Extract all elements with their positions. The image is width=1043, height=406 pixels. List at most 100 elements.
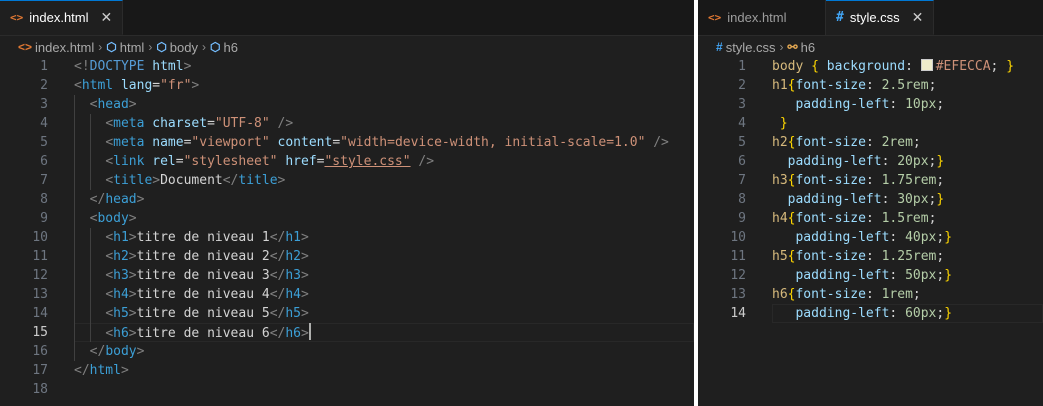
code-line[interactable]: 7 <title>Document</title>: [0, 171, 694, 190]
breadcrumb-item-file[interactable]: index.html: [35, 40, 94, 55]
code-token: h6: [772, 287, 788, 302]
code-line[interactable]: 2 h1{font-size: 2.5rem;: [698, 76, 1043, 95]
code-line[interactable]: 4 <meta charset="UTF-8" />: [0, 114, 694, 133]
code-token: >: [301, 287, 309, 302]
element-cube-icon: ⬡: [210, 40, 221, 54]
code-line[interactable]: 16 </body>: [0, 342, 694, 361]
close-icon[interactable]: ✕: [101, 10, 113, 26]
tab-index-html[interactable]: <> index.html: [698, 0, 826, 35]
code-token: ;: [912, 135, 921, 150]
code-line[interactable]: 3 <head>: [0, 95, 694, 114]
code-line[interactable]: 10 padding-left: 40px;}: [698, 228, 1043, 247]
code-line[interactable]: 12 <h3>titre de niveau 3</h3>: [0, 266, 694, 285]
code-line[interactable]: 10 <h1>titre de niveau 1</h1>: [0, 228, 694, 247]
code-text: <h2>titre de niveau 2</h2>: [74, 247, 309, 266]
tab-style-css[interactable]: # style.css ✕: [826, 0, 935, 35]
code-token: charset: [152, 116, 208, 131]
line-number: 8: [738, 192, 746, 207]
breadcrumb-item-html[interactable]: html: [120, 40, 145, 55]
close-icon[interactable]: ✕: [912, 10, 924, 26]
code-token: }: [936, 154, 945, 169]
code-line[interactable]: 5 h2{font-size: 2rem;: [698, 133, 1043, 152]
code-text: <h5>titre de niveau 5</h5>: [74, 304, 309, 323]
code-token: :: [889, 306, 906, 321]
code-token: </: [269, 230, 286, 245]
code-line[interactable]: 14 padding-left: 60px;}: [698, 304, 1043, 323]
code-token: 1rem: [881, 287, 913, 302]
code-token: {: [811, 59, 819, 74]
line-number: 13: [32, 287, 48, 302]
code-token: <: [105, 326, 114, 341]
code-line[interactable]: 13 h6{font-size: 1rem;: [698, 285, 1043, 304]
code-token: h2: [113, 249, 129, 264]
code-line[interactable]: 9 <body>: [0, 209, 694, 228]
line-number: 18: [32, 382, 48, 397]
code-line[interactable]: 8 padding-left: 30px;}: [698, 190, 1043, 209]
breadcrumb-item-h6[interactable]: h6: [801, 40, 815, 55]
line-number: 12: [32, 268, 48, 283]
line-number: 1: [738, 59, 746, 74]
code-token: title: [113, 173, 153, 188]
breadcrumb-item-file[interactable]: style.css: [726, 40, 776, 55]
css-file-icon: #: [836, 10, 844, 25]
code-line[interactable]: 6 <link rel="stylesheet" href="style.css…: [0, 152, 694, 171]
code-editor-css[interactable]: 1 body { background: #EFECCA; } 2 h1{font-s…: [698, 57, 1043, 406]
code-token: body: [105, 344, 137, 359]
code-line[interactable]: 15 <h6>titre de niveau 6</h6>: [0, 323, 694, 342]
code-token: 1.25rem: [881, 249, 937, 264]
code-line[interactable]: 9 h4{font-size: 1.5rem;: [698, 209, 1043, 228]
code-token: >: [128, 306, 137, 321]
code-token: h1: [772, 78, 788, 93]
code-line[interactable]: 1 <!DOCTYPE html>: [0, 57, 694, 76]
tab-label: style.css: [849, 10, 900, 25]
tab-index-html[interactable]: <> index.html ✕: [0, 0, 124, 35]
code-text: <body>: [74, 209, 137, 228]
code-token: titre de niveau 5: [136, 306, 270, 321]
code-token: <: [105, 306, 114, 321]
color-swatch-icon[interactable]: [920, 59, 933, 71]
code-line[interactable]: 12 padding-left: 50px;}: [698, 266, 1043, 285]
code-line[interactable]: 7 h3{font-size: 1.75rem;: [698, 171, 1043, 190]
breadcrumb-item-body[interactable]: body: [170, 40, 198, 55]
code-text: h6{font-size: 1rem;: [772, 285, 921, 304]
code-line[interactable]: 1 body { background: #EFECCA; }: [698, 57, 1043, 76]
code-line[interactable]: 14 <h5>titre de niveau 5</h5>: [0, 304, 694, 323]
line-number: 5: [738, 135, 746, 150]
code-token: padding-left: [795, 230, 890, 245]
code-token: 1.5rem: [881, 211, 929, 226]
code-line[interactable]: 3 padding-left: 10px;: [698, 95, 1043, 114]
code-token: h5: [772, 249, 788, 264]
code-line[interactable]: 13 <h4>titre de niveau 4</h4>: [0, 285, 694, 304]
code-token: h2: [285, 249, 301, 264]
code-token: 40px: [905, 230, 937, 245]
code-token: titre de niveau 2: [136, 249, 270, 264]
code-token: =: [152, 78, 161, 93]
code-line[interactable]: 8 </head>: [0, 190, 694, 209]
code-editor-html[interactable]: 1 <!DOCTYPE html> 2 <html lang="fr"> 3 <head…: [0, 57, 694, 406]
code-token: lang: [120, 78, 153, 93]
code-text: h4{font-size: 1.5rem;: [772, 209, 936, 228]
code-line[interactable]: 2 <html lang="fr">: [0, 76, 694, 95]
code-line[interactable]: 5 <meta name="viewport" content="width=d…: [0, 133, 694, 152]
breadcrumb: <> index.html › ⬡ html › ⬡ body › ⬡ h6: [0, 36, 694, 58]
code-token: >: [120, 363, 129, 378]
code-line[interactable]: 6 padding-left: 20px;}: [698, 152, 1043, 171]
tab-bar-right: <> index.html # style.css ✕: [698, 0, 1043, 36]
code-line[interactable]: 11 h5{font-size: 1.25rem;: [698, 247, 1043, 266]
code-line[interactable]: 18: [0, 380, 694, 399]
code-token: :: [865, 173, 882, 188]
line-number: 10: [32, 230, 48, 245]
code-token: </: [269, 326, 286, 341]
code-token: >: [301, 326, 309, 341]
code-line[interactable]: 17 </html>: [0, 361, 694, 380]
code-token: </: [89, 344, 106, 359]
code-line[interactable]: 4 }: [698, 114, 1043, 133]
code-line[interactable]: 11 <h2>titre de niveau 2</h2>: [0, 247, 694, 266]
code-text: h5{font-size: 1.25rem;: [772, 247, 944, 266]
code-token: >: [136, 344, 145, 359]
breadcrumb-item-h6[interactable]: h6: [223, 40, 237, 55]
code-token: "width=device-width, initial-scale=1.0": [340, 135, 646, 150]
